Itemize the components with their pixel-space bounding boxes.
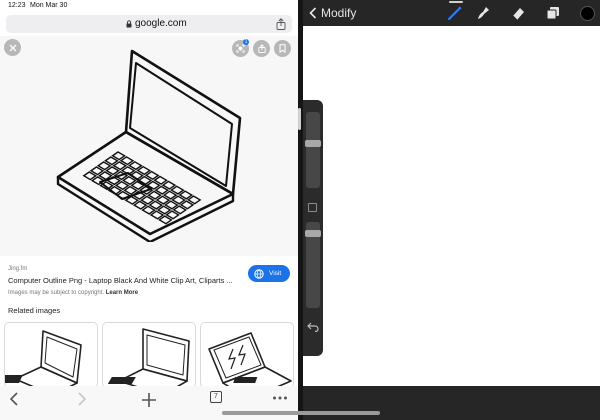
brush-size-slider[interactable] <box>305 112 321 188</box>
modify-button[interactable] <box>308 203 317 212</box>
url-domain: google.com <box>135 18 187 29</box>
procreate-pane: Modify <box>303 0 600 420</box>
split-view-handle[interactable] <box>298 108 301 130</box>
visit-button[interactable]: Visit <box>248 265 290 282</box>
active-tool-indicator <box>449 1 463 3</box>
modify-back-button[interactable]: Modify <box>309 6 356 20</box>
related-images-heading: Related images <box>8 306 61 315</box>
color-swatch[interactable] <box>580 6 595 21</box>
smudge-icon[interactable] <box>475 5 491 21</box>
status-bar: 12:23 Mon Mar 30 <box>0 0 298 12</box>
modify-label: Modify <box>321 6 357 20</box>
split-view-screen: 12:23 Mon Mar 30 google.com 1 Jing.fm Co… <box>0 0 600 420</box>
back-arrow-icon[interactable] <box>8 391 20 407</box>
address-bar[interactable]: google.com <box>6 15 292 33</box>
laptop-thumbnail-image <box>208 332 292 387</box>
save-image-button[interactable] <box>274 40 291 57</box>
globe-icon <box>254 268 264 279</box>
brush-size-thumb[interactable] <box>305 140 321 147</box>
status-time: 12:23 <box>8 2 26 9</box>
layers-icon[interactable] <box>545 5 561 21</box>
copyright-notice: Images may be subject to copyright. Lear… <box>8 290 138 296</box>
eraser-icon[interactable] <box>510 5 526 21</box>
status-date: Mon Mar 30 <box>30 2 68 9</box>
image-title[interactable]: Computer Outline Png - Laptop Black And … <box>8 276 234 285</box>
new-tab-plus-icon[interactable] <box>140 391 158 409</box>
share-image-button[interactable] <box>253 40 270 57</box>
safari-pane: 12:23 Mon Mar 30 google.com 1 Jing.fm Co… <box>0 0 298 420</box>
lens-badge: 1 <box>243 39 249 45</box>
brush-icon[interactable] <box>447 5 463 21</box>
visit-label: Visit <box>269 270 282 277</box>
share-icon[interactable] <box>276 18 286 30</box>
chevron-left-icon <box>309 7 317 19</box>
related-image-thumbnail[interactable] <box>4 322 98 388</box>
undo-icon[interactable] <box>307 322 319 332</box>
procreate-toolbar: Modify <box>303 0 600 26</box>
learn-more-link[interactable]: Learn More <box>106 290 138 296</box>
laptop-outline-image[interactable] <box>52 46 248 242</box>
brush-opacity-thumb[interactable] <box>305 230 321 237</box>
bookmark-icon <box>279 44 286 53</box>
copyright-text: Images may be subject to copyright. <box>8 290 105 296</box>
home-indicator <box>222 411 380 415</box>
close-preview-button[interactable] <box>4 39 21 56</box>
brush-opacity-slider[interactable] <box>305 222 321 308</box>
more-options-icon[interactable] <box>272 391 288 405</box>
brush-sidebar <box>303 100 323 356</box>
source-site: Jing.fm <box>8 266 28 272</box>
lock-icon <box>126 20 132 28</box>
drawing-canvas[interactable] <box>303 26 600 386</box>
tab-count: 7 <box>210 391 222 403</box>
laptop-thumbnail-image <box>107 328 190 387</box>
related-image-thumbnail[interactable] <box>102 322 196 388</box>
related-image-thumbnail[interactable] <box>200 322 294 388</box>
close-icon <box>9 44 16 51</box>
share-icon <box>257 44 266 53</box>
tabs-button[interactable]: 7 <box>210 391 222 403</box>
laptop-thumbnail-image <box>5 330 82 387</box>
forward-arrow-icon[interactable] <box>76 391 88 407</box>
image-preview: 1 <box>0 36 298 256</box>
